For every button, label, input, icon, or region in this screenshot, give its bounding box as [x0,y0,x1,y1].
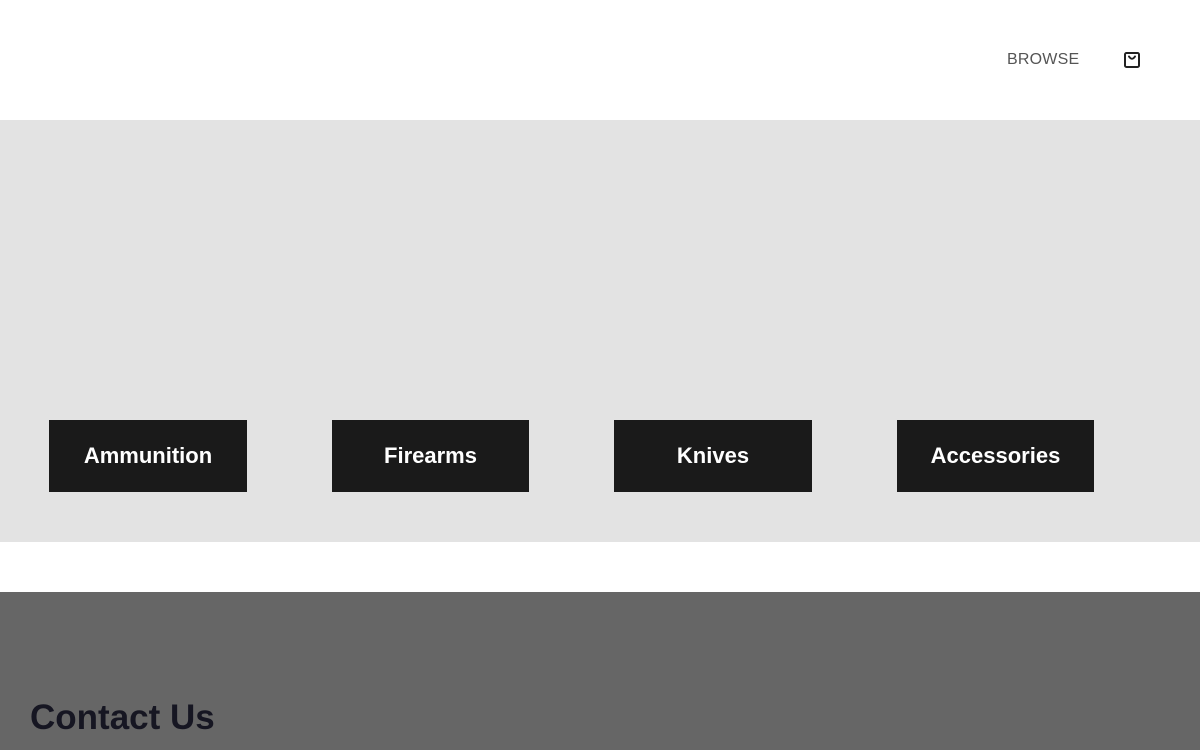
cart-button[interactable] [1122,50,1142,70]
site-header: BROWSE [0,0,1200,120]
shopping-bag-icon [1124,52,1140,68]
browse-link[interactable]: BROWSE [1007,50,1079,70]
site-footer: Contact Us [0,592,1200,750]
category-button-accessories[interactable]: Accessories [897,420,1094,492]
contact-us-heading: Contact Us [30,698,215,737]
section-spacer [0,542,1200,592]
category-button-firearms[interactable]: Firearms [332,420,529,492]
category-hero: Ammunition Firearms Knives Accessories [0,120,1200,542]
category-button-knives[interactable]: Knives [614,420,812,492]
category-button-ammunition[interactable]: Ammunition [49,420,247,492]
